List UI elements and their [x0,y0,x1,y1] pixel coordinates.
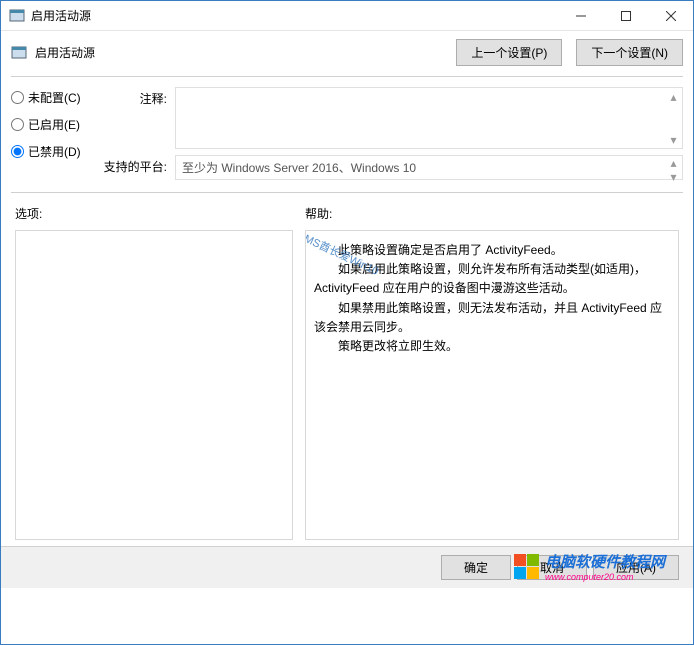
cancel-button[interactable]: 取消 [517,555,587,580]
close-button[interactable] [648,1,693,30]
maximize-button[interactable] [603,1,648,30]
ok-button[interactable]: 确定 [441,555,511,580]
scroll-up-icon[interactable]: ▴ [665,156,682,170]
options-label: 选项: [15,205,305,222]
minimize-button[interactable] [558,1,603,30]
help-label: 帮助: [305,205,332,222]
platform-label: 支持的平台: [103,155,175,180]
help-p4: 策略更改将立即生效。 [314,337,670,356]
next-setting-button[interactable]: 下一个设置(N) [576,39,683,66]
policy-icon [11,45,27,61]
scroll-down-icon[interactable]: ▾ [665,170,682,184]
policy-title: 启用活动源 [35,44,442,61]
radio-not-configured-input[interactable] [11,91,24,104]
options-panel [15,230,293,540]
window-title: 启用活动源 [31,7,558,24]
comment-field[interactable]: ▴ ▾ [175,87,683,149]
help-p3: 如果禁用此策略设置，则无法发布活动，并且 ActivityFeed 应该会禁用云… [314,299,670,337]
radio-not-configured[interactable]: 未配置(C) [11,89,103,106]
radio-enabled[interactable]: 已启用(E) [11,116,103,133]
comment-label: 注释: [103,87,175,149]
apply-button[interactable]: 应用(A) [593,555,679,580]
help-p1: 此策略设置确定是否启用了 ActivityFeed。 [314,241,670,260]
app-icon [9,8,25,24]
radio-enabled-input[interactable] [11,118,24,131]
help-p2: 如果启用此策略设置，则允许发布所有活动类型(如适用)，ActivityFeed … [314,260,670,298]
radio-disabled-input[interactable] [11,145,24,158]
previous-setting-button[interactable]: 上一个设置(P) [456,39,562,66]
platform-field: 至少为 Windows Server 2016、Windows 10 ▴ ▾ [175,155,683,180]
help-panel: MS酋长爱Win10 此策略设置确定是否启用了 ActivityFeed。 如果… [305,230,679,540]
scroll-up-icon[interactable]: ▴ [665,88,682,105]
radio-disabled[interactable]: 已禁用(D) [11,143,103,160]
scroll-down-icon[interactable]: ▾ [665,131,682,148]
